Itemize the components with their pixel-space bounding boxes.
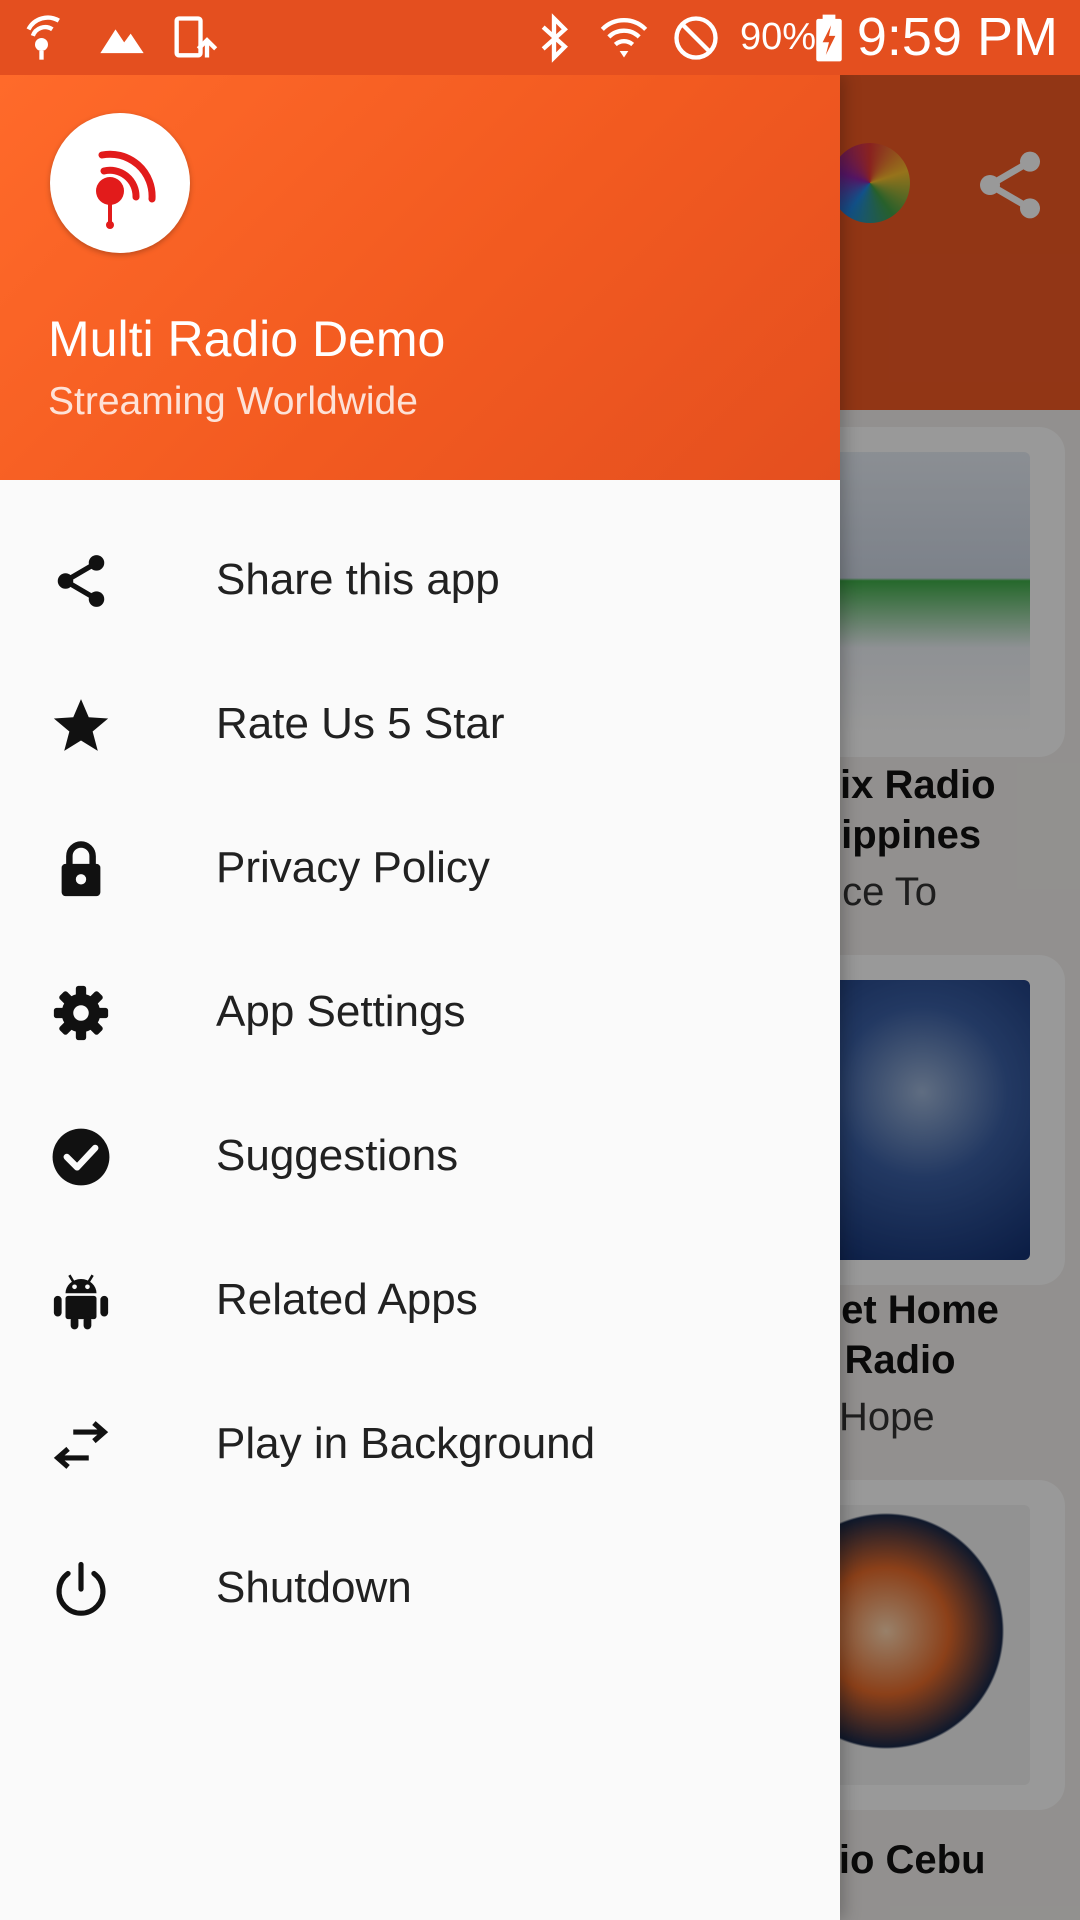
android-icon: [50, 1270, 112, 1332]
menu-item-label: Play in Background: [216, 1419, 596, 1468]
menu-item-rate[interactable]: Rate Us 5 Star: [0, 652, 840, 796]
bluetooth-icon: [541, 13, 568, 63]
menu-item-shutdown[interactable]: Shutdown: [0, 1516, 840, 1660]
menu-item-label: Related Apps: [216, 1275, 478, 1324]
navigation-drawer: Multi Radio Demo Streaming Worldwide Sha…: [0, 75, 840, 1920]
drawer-menu: Share this app Rate Us 5 Star Privacy Po…: [0, 508, 840, 1660]
menu-item-label: Rate Us 5 Star: [216, 699, 505, 748]
drawer-header: Multi Radio Demo Streaming Worldwide: [0, 75, 840, 480]
menu-item-privacy[interactable]: Privacy Policy: [0, 796, 840, 940]
menu-item-settings[interactable]: App Settings: [0, 940, 840, 1084]
star-icon: [50, 694, 112, 756]
status-bar: 90% 9:59 PM: [0, 0, 1080, 75]
menu-item-related-apps[interactable]: Related Apps: [0, 1228, 840, 1372]
hotspot-icon: [26, 15, 60, 60]
battery-charging-icon: [816, 14, 842, 62]
device-sync-icon: [174, 16, 218, 58]
menu-item-share[interactable]: Share this app: [0, 508, 840, 652]
menu-item-suggestions[interactable]: Suggestions: [0, 1084, 840, 1228]
power-icon: [50, 1558, 112, 1620]
lock-icon: [50, 838, 112, 900]
menu-item-play-background[interactable]: Play in Background: [0, 1372, 840, 1516]
gear-icon: [50, 982, 112, 1044]
app-name: Multi Radio Demo: [48, 311, 446, 367]
battery-percent: 90%: [740, 16, 817, 58]
share-icon: [50, 550, 112, 612]
radio-logo-icon: [96, 150, 156, 229]
mountain-icon: [100, 29, 144, 54]
swap-arrows-icon: [50, 1414, 112, 1476]
menu-item-label: Shutdown: [216, 1563, 412, 1612]
app-tagline: Streaming Worldwide: [48, 380, 418, 423]
menu-item-label: App Settings: [216, 987, 466, 1036]
clock-time: 9:59 PM: [856, 7, 1058, 67]
menu-item-label: Suggestions: [216, 1131, 459, 1180]
menu-item-label: Share this app: [216, 555, 500, 604]
do-not-disturb-icon: [674, 16, 718, 60]
menu-item-label: Privacy Policy: [216, 843, 490, 892]
check-circle-icon: [50, 1126, 112, 1188]
app-logo: [50, 113, 190, 253]
wifi-icon: [600, 18, 648, 58]
